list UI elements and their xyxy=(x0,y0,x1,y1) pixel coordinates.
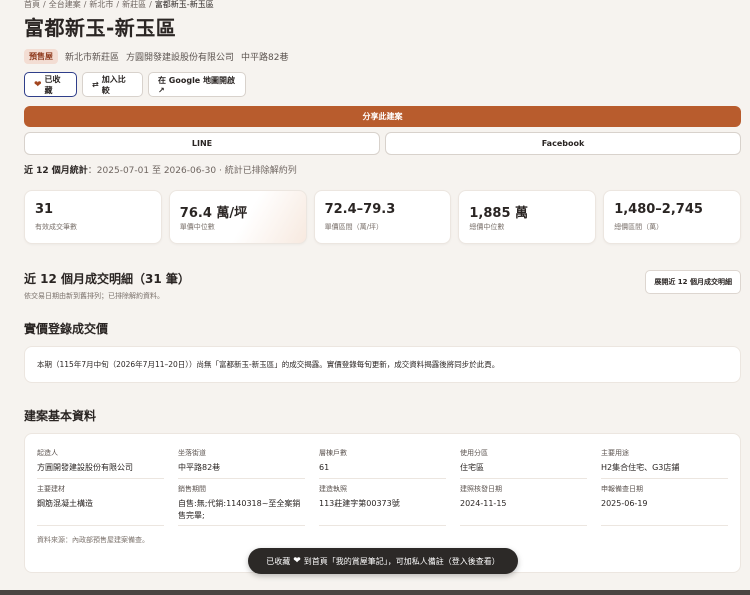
breadcrumb-home[interactable]: 首頁 xyxy=(24,0,40,11)
info-value: 61 xyxy=(319,463,330,472)
share-button[interactable]: 分享此建案 xyxy=(24,106,741,127)
favorite-label: 已收藏 xyxy=(44,74,61,95)
info-cell-zoning: 使用分區 住宅區 xyxy=(460,448,587,479)
info-cell-permit-date: 建照核發日期 2024-11-15 xyxy=(460,484,587,526)
data-source-note: 資料來源：內政部預售屋建案備查。 xyxy=(37,536,149,544)
stats-range: ：2025-07-01 至 2026-06-30 xyxy=(87,166,217,176)
stat-label: 單價中位數 xyxy=(179,223,215,231)
info-key: 主要用途 xyxy=(601,449,629,457)
toast-text-post: 到首頁「我的賞屋筆記」，可加私人備註（登入後查看） xyxy=(303,556,500,566)
breadcrumb-separator: / xyxy=(43,0,46,9)
breadcrumb-all-projects[interactable]: 全台建案 xyxy=(49,0,81,11)
stat-card-unit-range: 72.4–79.3 單價區間（萬/坪） xyxy=(313,190,452,244)
presale-badge: 預售屋 xyxy=(24,48,58,64)
share-facebook-button[interactable]: Facebook xyxy=(385,132,741,155)
basic-info-title: 建案基本資料 xyxy=(24,409,97,423)
info-value: 自售:無;代銷:1140318~至全案銷售完畢; xyxy=(178,499,301,520)
info-key: 起造人 xyxy=(37,449,58,457)
expand-details-button[interactable]: 展開近 12 個月成交明細 xyxy=(645,270,741,294)
stat-label: 有效成交筆數 xyxy=(35,223,77,231)
info-cell-sales-period: 銷售期間自售:無;代銷:1140318~至全案銷售完畢; xyxy=(178,484,305,526)
info-value: 鋼筋混凝土構造 xyxy=(37,499,93,508)
stats-note: 統計已排除解約列 xyxy=(224,166,297,176)
share-line-button[interactable]: LINE xyxy=(24,132,380,155)
breadcrumb-separator: / xyxy=(149,0,152,9)
info-value: 2024-11-15 xyxy=(460,499,507,508)
info-cell-permit: 建造執照 113莊建字第00373號 xyxy=(319,484,446,526)
info-cell-usage: 主要用途 H2集合住宅、G3店鋪 xyxy=(601,448,728,479)
stat-card-count: 31 有效成交筆數 xyxy=(24,190,162,244)
stats-separator: · xyxy=(219,166,222,176)
page-title: 富都新玉-新玉區 xyxy=(24,16,177,40)
info-key: 層棟戶數 xyxy=(319,449,347,457)
info-value: 中平路82巷 xyxy=(178,463,221,472)
district-text: 新北市新莊區 xyxy=(65,52,120,63)
stat-value: 1,885 萬 xyxy=(469,206,529,221)
info-cell-units: 層棟戶數 61 xyxy=(319,448,446,479)
stat-card-unit-median: 76.4 萬/坪 單價中位數 xyxy=(168,190,307,244)
info-value: 2025-06-19 xyxy=(601,499,648,508)
google-map-button[interactable]: 在 Google 地圖開啟 ↗ xyxy=(148,72,246,97)
realprice-notice: 本期（115年7月中旬（2026年7月11–20日））尚無「富都新玉-新玉區」的… xyxy=(24,346,741,383)
section-title: 近 12 個月成交明細（31 筆） xyxy=(24,272,190,286)
stat-card-total-range: 1,480–2,745 總價區間（萬） xyxy=(603,190,741,244)
info-cell-builder: 起造人方圓開發建設股份有限公司 xyxy=(37,448,164,479)
stats-prefix: 近 12 個月統計 xyxy=(24,166,88,176)
breadcrumb-city[interactable]: 新北市 xyxy=(89,0,113,11)
window-bottom-edge xyxy=(0,590,750,595)
info-key: 建照核發日期 xyxy=(460,485,502,493)
share-options: LINE Facebook xyxy=(24,132,741,155)
compare-button[interactable]: ⇄ 加入比較 xyxy=(82,72,143,97)
info-key: 銷售期間 xyxy=(178,485,206,493)
stat-label: 總價中位數 xyxy=(469,223,505,231)
stat-card-total-median: 1,885 萬 總價中位數 xyxy=(458,190,597,244)
info-key: 坐落街道 xyxy=(178,449,206,457)
info-cell-material: 主要建材鋼筋混凝土構造 xyxy=(37,484,164,526)
info-value: 住宅區 xyxy=(460,463,484,472)
info-value: 113莊建字第00373號 xyxy=(319,499,400,508)
heart-icon: ❤ xyxy=(34,79,42,90)
action-bar: ❤ 已收藏 ⇄ 加入比較 在 Google 地圖開啟 ↗ xyxy=(24,72,741,97)
heart-icon: ❤ xyxy=(293,556,301,566)
project-meta: 預售屋 新北市新莊區 方圓開發建設股份有限公司 中平路82巷 xyxy=(24,48,741,64)
info-value: H2集合住宅、G3店鋪 xyxy=(601,463,680,472)
breadcrumb: 首頁 / 全台建案 / 新北市 / 新莊區 / 富都新玉-新玉區 xyxy=(24,0,741,11)
realprice-title: 實價登錄成交價 xyxy=(24,322,109,336)
info-cell-street: 坐落街道中平路82巷 xyxy=(178,448,305,479)
compare-label: 加入比較 xyxy=(101,74,126,95)
developer-text: 方圓開發建設股份有限公司 xyxy=(126,52,235,63)
stats-summary: 近 12 個月統計：2025-07-01 至 2026-06-30 · 統計已排… xyxy=(24,163,741,176)
stat-value: 1,480–2,745 xyxy=(614,202,703,217)
breadcrumb-separator: / xyxy=(116,0,120,9)
breadcrumb-district[interactable]: 新莊區 xyxy=(122,0,146,11)
breadcrumb-separator: / xyxy=(83,0,87,9)
stat-cards: 31 有效成交筆數 76.4 萬/坪 單價中位數 72.4–79.3 單價區間（… xyxy=(24,190,741,244)
stat-value: 72.4–79.3 xyxy=(324,202,396,217)
toast-text-pre: 已收藏 xyxy=(266,556,291,566)
section-subtitle: 依交易日期由新到舊排列；已排除解約資料。 xyxy=(24,292,164,300)
transaction-details-header: 近 12 個月成交明細（31 筆） 依交易日期由新到舊排列；已排除解約資料。 展… xyxy=(24,270,741,300)
breadcrumb-current: 富都新玉-新玉區 xyxy=(154,0,214,9)
basic-info-grid: 主要建材鋼筋混凝土構造 銷售期間自售:無;代銷:1140318~至全案銷售完畢;… xyxy=(37,484,728,531)
address-text: 中平路82巷 xyxy=(241,52,289,63)
info-key: 申報備查日期 xyxy=(601,485,643,493)
transaction-details-heading: 近 12 個月成交明細（31 筆） 依交易日期由新到舊排列；已排除解約資料。 xyxy=(24,270,190,301)
stat-label: 總價區間（萬） xyxy=(614,223,664,231)
favorite-button[interactable]: ❤ 已收藏 xyxy=(24,72,77,97)
info-key: 主要建材 xyxy=(37,485,65,493)
favorite-toast: 已收藏 ❤ 到首頁「我的賞屋筆記」，可加私人備註（登入後查看） xyxy=(248,548,518,574)
info-key: 建造執照 xyxy=(319,485,347,493)
stat-value: 31 xyxy=(35,202,54,217)
info-value: 方圓開發建設股份有限公司 xyxy=(37,463,133,472)
info-key: 使用分區 xyxy=(460,449,488,457)
info-cell-filing-date: 申報備查日期 2025-06-19 xyxy=(601,484,728,526)
compare-icon: ⇄ xyxy=(92,80,99,89)
stat-value: 76.4 萬/坪 xyxy=(179,206,248,221)
stat-label: 單價區間（萬/坪） xyxy=(324,223,383,231)
basic-info-grid: 起造人方圓開發建設股份有限公司 坐落街道中平路82巷 層棟戶數 61 使用分區住宅… xyxy=(37,448,728,484)
